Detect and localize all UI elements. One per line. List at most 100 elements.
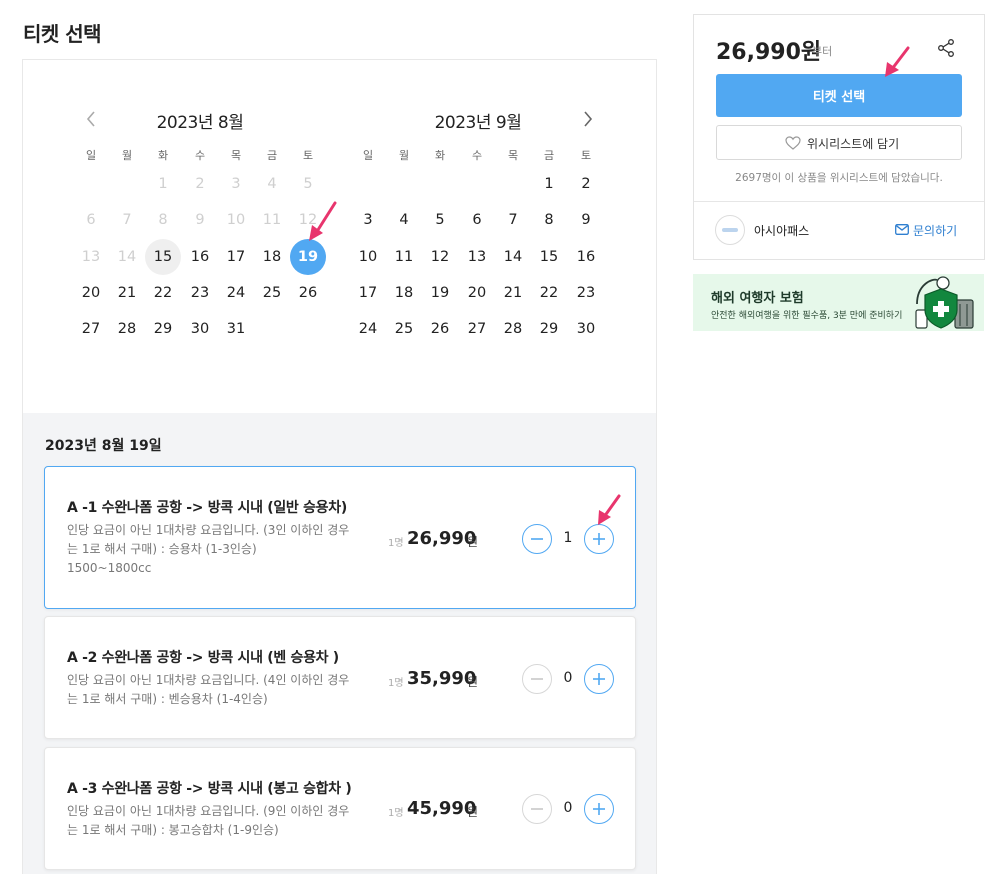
increase-quantity-button[interactable] xyxy=(584,794,614,824)
minus-icon xyxy=(530,807,543,810)
calendar-day[interactable]: 10 xyxy=(350,239,386,275)
option-card[interactable]: A -1 수완나폼 공항 -> 방콕 시내 (일반 승용차) 인당 요금이 아닌… xyxy=(44,466,636,609)
seller-name[interactable]: 아시아패스 xyxy=(754,222,809,239)
calendar-day[interactable]: 24 xyxy=(218,275,254,311)
calendar-day[interactable]: 12 xyxy=(422,239,458,275)
calendar-day[interactable]: 21 xyxy=(109,275,145,311)
option-card[interactable]: A -2 수완나폼 공항 -> 방콕 시내 (벤 승용차 ) 인당 요금이 아닌… xyxy=(44,616,636,739)
heart-icon xyxy=(785,136,801,150)
calendar-day: 10 xyxy=(226,212,246,228)
calendar-day[interactable]: 7 xyxy=(495,202,531,238)
selected-date-heading: 2023년 8월 19일 xyxy=(45,438,162,454)
calendar-day: 13 xyxy=(81,249,101,265)
calendar-day[interactable]: 20 xyxy=(73,275,109,311)
calendar-day[interactable]: 9 xyxy=(568,202,604,238)
minus-icon xyxy=(530,537,543,540)
calendar-day[interactable]: 11 xyxy=(386,239,422,275)
calendar-day[interactable]: 8 xyxy=(531,202,567,238)
calendar-day[interactable]: 22 xyxy=(145,275,181,311)
page-title: 티켓 선택 xyxy=(23,22,102,46)
calendar-day: 5 xyxy=(303,176,313,192)
weekday-label: 화 xyxy=(434,149,446,162)
next-month-button[interactable] xyxy=(578,107,598,131)
currency-label: 원 xyxy=(467,805,479,819)
calendar-day[interactable]: 17 xyxy=(350,275,386,311)
travel-insurance-banner[interactable]: 해외 여행자 보험 안전한 해외여행을 위한 필수품, 3분 만에 준비하기 xyxy=(693,274,984,331)
month-title-august: 2023년 8월 xyxy=(156,113,244,133)
plus-icon xyxy=(592,672,605,685)
share-icon xyxy=(938,39,954,57)
increase-quantity-button[interactable] xyxy=(584,524,614,554)
calendar-day[interactable]: 1 xyxy=(531,166,567,202)
calendar-day[interactable]: 25 xyxy=(254,275,290,311)
calendar-day[interactable]: 28 xyxy=(495,311,531,347)
quantity-value: 1 xyxy=(563,530,573,546)
chevron-right-icon xyxy=(584,111,593,127)
option-title: A -3 수완나폼 공항 -> 방콕 시내 (봉고 승합차 ) xyxy=(67,781,352,797)
calendar-day[interactable]: 24 xyxy=(350,311,386,347)
wishlist-count-text: 2697명이 이 상품을 위시리스트에 담았습니다. xyxy=(735,172,943,184)
calendar-day[interactable]: 31 xyxy=(218,311,254,347)
month-title-september: 2023년 9월 xyxy=(434,113,522,133)
option-card[interactable]: A -3 수완나폼 공항 -> 방콕 시내 (봉고 승합차 ) 인당 요금이 아… xyxy=(44,747,636,870)
decrease-quantity-button[interactable] xyxy=(522,524,552,554)
calendar-day[interactable]: 23 xyxy=(182,275,218,311)
weekday-label: 화 xyxy=(157,149,169,162)
calendar-day[interactable]: 26 xyxy=(290,275,326,311)
calendar-day[interactable]: 6 xyxy=(459,202,495,238)
price-from-label: 부터 xyxy=(812,45,833,58)
calendar-day[interactable]: 17 xyxy=(218,239,254,275)
weekday-label: 수 xyxy=(194,149,206,162)
calendar-day: 12 xyxy=(298,212,318,228)
calendar-day: 9 xyxy=(195,212,205,228)
prev-month-button[interactable] xyxy=(81,107,101,131)
plus-icon xyxy=(592,532,605,545)
calendar-day: 2 xyxy=(195,176,205,192)
option-description: 인당 요금이 아닌 1대차량 요금입니다. (3인 이하인 경우 는 1로 해서… xyxy=(67,523,350,575)
calendar-day[interactable]: 16 xyxy=(568,239,604,275)
chevron-left-icon xyxy=(86,111,95,127)
weekday-label: 금 xyxy=(266,149,278,162)
calendar-day[interactable]: 13 xyxy=(459,239,495,275)
calendar-day[interactable]: 22 xyxy=(531,275,567,311)
currency-label: 원 xyxy=(467,535,479,549)
calendar-day[interactable]: 2 xyxy=(568,166,604,202)
calendar-day[interactable]: 21 xyxy=(495,275,531,311)
decrease-quantity-button[interactable] xyxy=(522,664,552,694)
wishlist-label: 위시리스트에 담기 xyxy=(807,137,900,151)
calendar-day: 4 xyxy=(267,176,277,192)
calendar-day: 11 xyxy=(262,212,282,228)
calendar-day[interactable]: 25 xyxy=(386,311,422,347)
seller-avatar[interactable] xyxy=(715,215,745,245)
calendar-day-selected[interactable]: 19 xyxy=(290,239,326,275)
calendar-day[interactable]: 14 xyxy=(495,239,531,275)
share-button[interactable] xyxy=(936,38,956,58)
calendar-day[interactable]: 29 xyxy=(531,311,567,347)
calendar-day[interactable]: 4 xyxy=(386,202,422,238)
calendar-day[interactable]: 15 xyxy=(531,239,567,275)
calendar-day[interactable]: 3 xyxy=(350,202,386,238)
calendar-day[interactable]: 15 xyxy=(145,239,181,275)
calendar-day[interactable]: 18 xyxy=(386,275,422,311)
calendar-day[interactable]: 27 xyxy=(73,311,109,347)
calendar-day[interactable]: 20 xyxy=(459,275,495,311)
select-ticket-button[interactable]: 티켓 선택 xyxy=(716,74,962,117)
increase-quantity-button[interactable] xyxy=(584,664,614,694)
calendar-day[interactable]: 26 xyxy=(422,311,458,347)
add-to-wishlist-button[interactable]: 위시리스트에 담기 xyxy=(716,125,962,160)
decrease-quantity-button[interactable] xyxy=(522,794,552,824)
calendar-day[interactable]: 30 xyxy=(182,311,218,347)
calendar-day[interactable]: 18 xyxy=(254,239,290,275)
insurance-shield-icon xyxy=(915,276,974,329)
calendar-day[interactable]: 29 xyxy=(145,311,181,347)
calendar-day[interactable]: 28 xyxy=(109,311,145,347)
banner-title: 해외 여행자 보험 xyxy=(711,291,804,306)
plus-icon xyxy=(592,802,605,815)
calendar-day[interactable]: 5 xyxy=(422,202,458,238)
calendar-day[interactable]: 19 xyxy=(422,275,458,311)
calendar-day[interactable]: 30 xyxy=(568,311,604,347)
per-person-label: 1명 xyxy=(388,538,404,549)
calendar-day[interactable]: 27 xyxy=(459,311,495,347)
calendar-day[interactable]: 23 xyxy=(568,275,604,311)
calendar-day[interactable]: 16 xyxy=(182,239,218,275)
